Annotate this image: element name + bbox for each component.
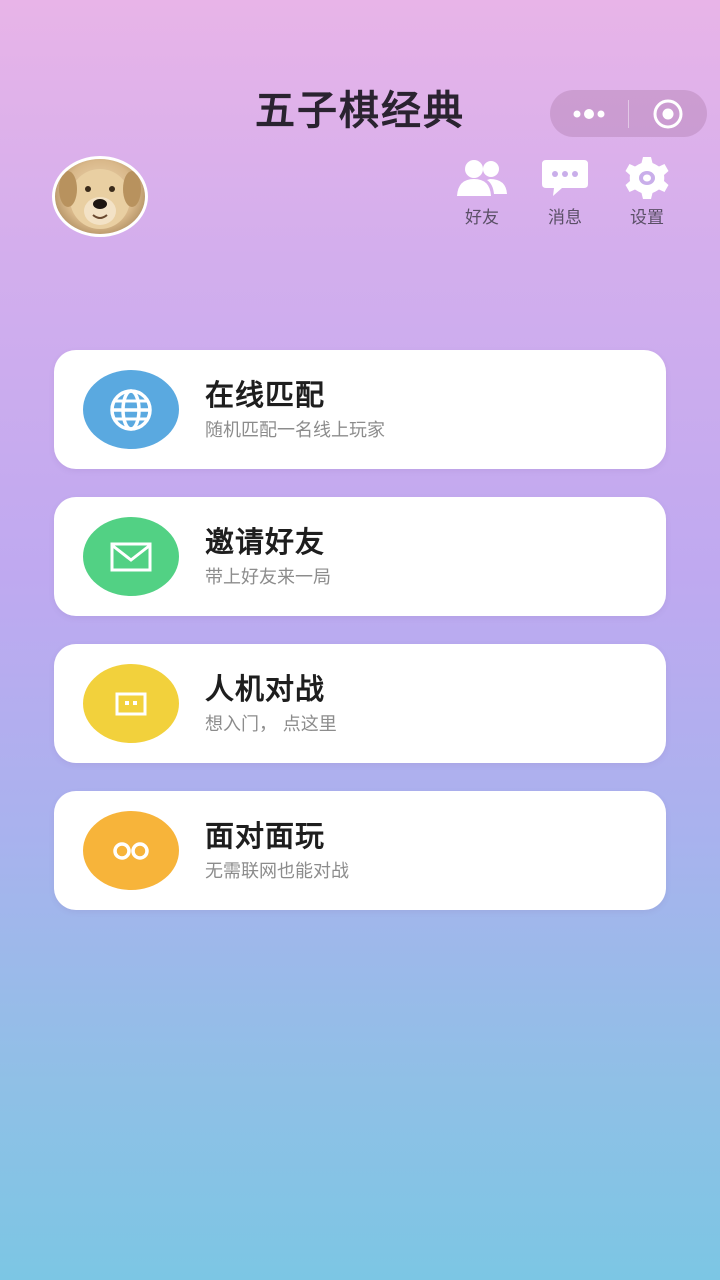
- messages-label: 消息: [548, 208, 582, 228]
- friends-icon: [457, 160, 507, 196]
- friends-button[interactable]: 好友: [447, 156, 517, 228]
- online-match-title: 在线匹配: [205, 378, 326, 412]
- vs-computer-title: 人机对战: [205, 672, 326, 706]
- messages-button[interactable]: 消息: [530, 156, 600, 228]
- dog-avatar-image: [59, 169, 141, 229]
- vs-computer-card[interactable]: 人机对战 想入门， 点这里: [54, 644, 666, 763]
- face-to-face-title: 面对面玩: [205, 819, 326, 853]
- face-to-face-card[interactable]: 面对面玩 无需联网也能对战: [54, 791, 666, 910]
- settings-label: 设置: [630, 208, 664, 228]
- close-miniprogram-button[interactable]: [629, 90, 707, 137]
- face-to-face-subtitle: 无需联网也能对战: [205, 861, 349, 882]
- user-avatar[interactable]: [52, 156, 148, 237]
- message-icon: [542, 160, 588, 196]
- target-icon: [653, 99, 683, 128]
- infinity-icon: [113, 841, 149, 860]
- settings-button[interactable]: 设置: [612, 156, 682, 228]
- invite-friends-title: 邀请好友: [205, 525, 326, 559]
- miniprogram-capsule: [550, 90, 707, 137]
- robot-icon: [115, 692, 147, 715]
- more-button[interactable]: [550, 90, 628, 137]
- online-match-icon-circle: [83, 370, 179, 449]
- invite-friends-card[interactable]: 邀请好友 带上好友来一局: [54, 497, 666, 616]
- friends-label: 好友: [465, 208, 499, 228]
- globe-icon: [110, 388, 152, 431]
- gear-icon: [625, 157, 669, 199]
- online-match-card[interactable]: 在线匹配 随机匹配一名线上玩家: [54, 350, 666, 469]
- invite-friends-icon-circle: [83, 517, 179, 596]
- invite-friends-subtitle: 带上好友来一局: [205, 567, 331, 588]
- online-match-subtitle: 随机匹配一名线上玩家: [205, 420, 385, 441]
- vs-computer-icon-circle: [83, 664, 179, 743]
- vs-computer-subtitle: 想入门， 点这里: [205, 714, 337, 735]
- more-dots-icon: [573, 108, 605, 119]
- mail-icon: [110, 542, 152, 571]
- face-to-face-icon-circle: [83, 811, 179, 890]
